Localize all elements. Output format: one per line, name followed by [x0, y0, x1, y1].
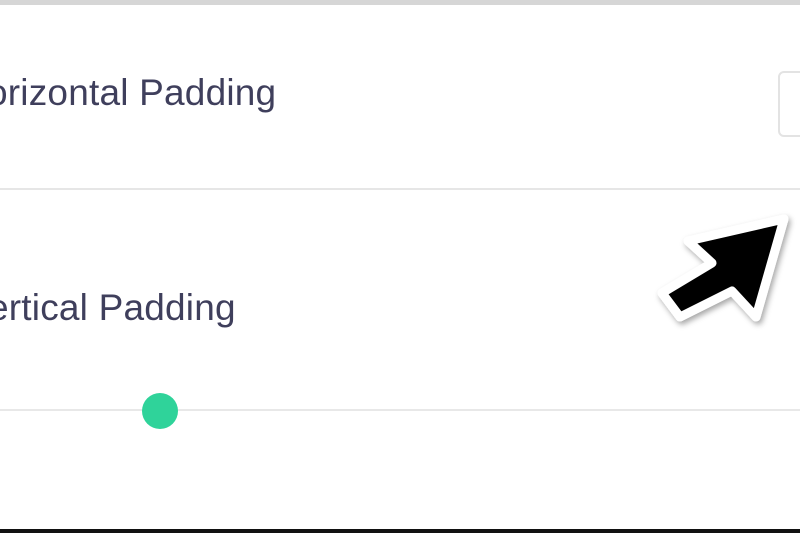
vertical-padding-label: ertical Padding	[0, 287, 236, 328]
vertical-padding-slider-track[interactable]	[0, 409, 800, 411]
horizontal-padding-section: orizontal Padding	[0, 5, 800, 188]
bottom-border	[0, 529, 800, 533]
padding-settings-panel: orizontal Padding ertical Padding	[0, 0, 800, 533]
vertical-padding-slider-thumb[interactable]	[142, 393, 178, 429]
mouse-pointer-icon	[657, 214, 789, 322]
horizontal-padding-input[interactable]	[778, 71, 800, 137]
horizontal-padding-label: orizontal Padding	[0, 72, 277, 113]
